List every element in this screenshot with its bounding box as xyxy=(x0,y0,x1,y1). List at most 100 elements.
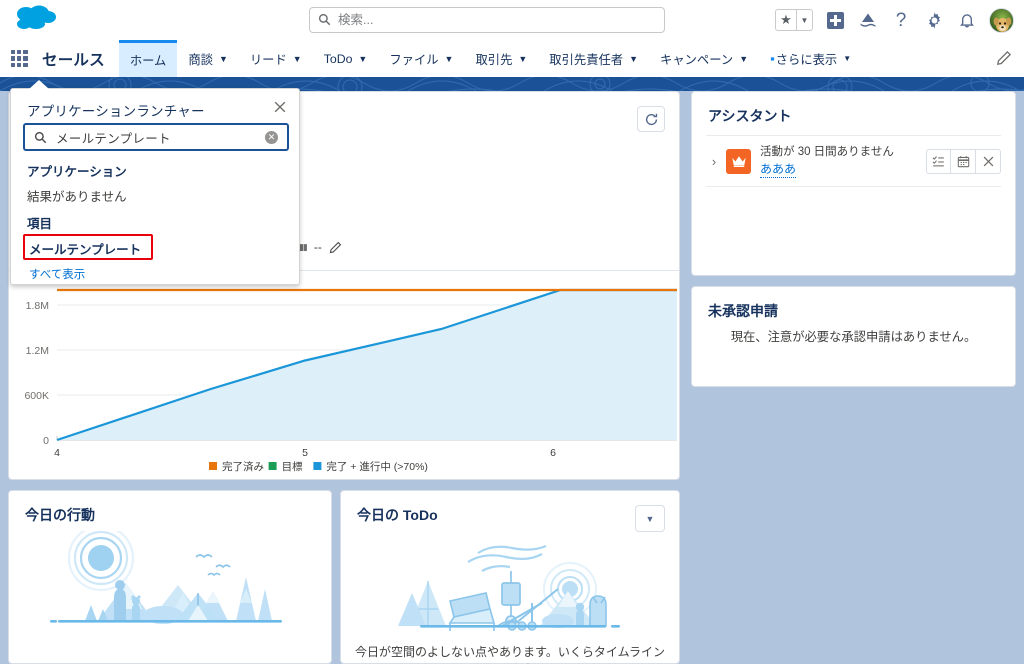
nav-tab-campaigns[interactable]: キャンペーン ▼ xyxy=(649,40,759,77)
pencil-edit-icon[interactable] xyxy=(329,241,342,254)
assistant-item-actions xyxy=(926,148,1001,174)
popover-pointer xyxy=(29,80,49,89)
nav-tab-home[interactable]: ホーム xyxy=(118,40,178,77)
nav-tab-label: キャンペーン xyxy=(660,52,734,67)
x-axis-tick-label: 5 xyxy=(302,447,308,459)
nav-tab-label: 取引先 xyxy=(475,52,513,67)
y-axis-tick-label: 1.8M xyxy=(26,300,49,312)
y-axis-tick-label: 600K xyxy=(24,390,49,402)
global-actions-plus-icon[interactable] xyxy=(824,9,846,31)
app-launcher-waffle-icon[interactable] xyxy=(0,40,38,77)
help-icon[interactable]: ? xyxy=(890,9,912,31)
dismiss-icon[interactable] xyxy=(976,148,1001,174)
global-header: ★ ▼ ? xyxy=(0,0,1024,40)
app-navigation-bar: セールス ホーム 商談 ▼ リード ▼ ToDo ▼ ファイル ▼ 取引先 ▼ … xyxy=(0,40,1024,77)
camping-scene-illustration xyxy=(50,531,282,624)
salesforce-cloud-logo[interactable] xyxy=(12,3,64,37)
nav-tab-label: リード xyxy=(249,52,287,67)
y-axis-tick-label: 1.2M xyxy=(26,345,49,357)
chevron-right-icon[interactable]: › xyxy=(706,154,722,169)
chart-area-fill xyxy=(57,290,677,440)
refresh-icon[interactable] xyxy=(637,106,665,132)
nav-tab-contacts[interactable]: 取引先責任者 ▼ xyxy=(538,40,649,77)
search-icon xyxy=(318,13,331,26)
section-label-items: 項目 xyxy=(27,217,53,231)
chart-subtitle-value: -- xyxy=(313,240,322,254)
more-bullet-icon: ▪ xyxy=(770,51,775,66)
legend-label: 完了済み xyxy=(222,461,264,473)
favorites-control[interactable]: ★ ▼ xyxy=(775,9,813,31)
user-avatar[interactable] xyxy=(989,7,1014,33)
assistant-item-text: 活動が 30 日間ありません xyxy=(760,145,894,158)
legend-label: 完了 + 進行中 (>70%) xyxy=(326,460,428,473)
today-tasks-card: 今日の ToDo ▼ 今日が空間のよしない点やあります。いくらタイムライン xyxy=(340,490,680,664)
legend-label: 目標 xyxy=(282,460,303,473)
approvals-empty-text: 現在、注意が必要な承認申請はありません。 xyxy=(730,330,977,344)
search-input[interactable] xyxy=(336,9,664,31)
pencil-edit-icon[interactable] xyxy=(996,50,1012,66)
app-launcher-search[interactable]: ✕ xyxy=(23,123,289,151)
nav-tab-label: さらに表示 xyxy=(775,52,838,67)
card-title: アシスタント xyxy=(708,108,792,124)
no-results-label: 結果がありません xyxy=(27,190,127,204)
tasks-empty-text: 今日が空間のよしない点やあります。いくらタイムラインを不安定 xyxy=(355,645,665,664)
chevron-down-icon: ▼ xyxy=(518,53,528,64)
performance-chart[interactable]: 0 600K 1.2M 1.8M 4 5 6 完了済み 目標 完了 + 進行中 (>70%) xyxy=(9,282,681,480)
chevron-down-icon: ▼ xyxy=(843,54,852,63)
trailhead-icon[interactable] xyxy=(857,9,879,31)
global-search[interactable] xyxy=(309,7,665,33)
chevron-down-icon: ▼ xyxy=(292,53,302,64)
show-all-link[interactable]: すべて表示 xyxy=(29,266,85,282)
assistant-item-texts: 活動が 30 日間ありません あああ xyxy=(760,144,926,179)
close-icon[interactable] xyxy=(271,98,289,116)
card-title: 今日の行動 xyxy=(25,507,95,523)
crown-icon xyxy=(726,148,751,174)
nav-tab-label: ToDo xyxy=(323,51,353,66)
x-axis-tick-label: 6 xyxy=(550,447,556,459)
today-events-card: 今日の行動 xyxy=(8,490,332,664)
chart-subtitle: ▮▮▮ -- xyxy=(295,240,342,254)
app-launcher-search-input[interactable] xyxy=(54,129,265,145)
app-launcher-result-email-template[interactable]: メールテンプレート xyxy=(29,239,141,258)
clear-input-icon[interactable]: ✕ xyxy=(265,130,278,144)
chevron-down-icon: ▼ xyxy=(739,53,749,64)
assistant-item-link[interactable]: あああ xyxy=(760,160,797,179)
salesforce-home-page: ★ ▼ ? xyxy=(0,0,1024,664)
nav-tab-more[interactable]: ▪ さらに表示 ▼ xyxy=(759,40,862,77)
nav-tab-label: 取引先責任者 xyxy=(549,52,624,67)
legend-swatch xyxy=(313,462,322,470)
favorites-caret-icon[interactable]: ▼ xyxy=(797,9,813,31)
favorites-star-icon[interactable]: ★ xyxy=(775,9,797,31)
approvals-card: 未承認申請 現在、注意が必要な承認申請はありません。 xyxy=(691,286,1016,387)
calendar-icon[interactable] xyxy=(951,148,976,174)
card-title: 今日の ToDo xyxy=(357,507,438,523)
header-icon-group: ★ ▼ ? xyxy=(775,4,1014,36)
nav-tab-leads[interactable]: リード ▼ xyxy=(239,40,313,77)
card-title: 未承認申請 xyxy=(708,303,778,319)
assistant-card: アシスタント › 活動が 30 日間ありません あああ xyxy=(691,91,1016,276)
desert-scene-illustration xyxy=(398,544,620,631)
nav-tab-accounts[interactable]: 取引先 ▼ xyxy=(464,40,538,77)
chevron-down-icon: ▼ xyxy=(218,53,228,64)
assistant-item: › 活動が 30 日間ありません あああ xyxy=(706,135,1001,187)
legend-swatch xyxy=(209,462,217,470)
chevron-down-icon[interactable]: ▼ xyxy=(635,505,665,532)
chevron-down-icon: ▼ xyxy=(358,53,368,64)
app-launcher-title: アプリケーションランチャー xyxy=(27,104,205,119)
search-icon xyxy=(34,131,47,143)
nav-tab-tasks[interactable]: ToDo ▼ xyxy=(313,40,379,77)
legend-swatch xyxy=(268,462,277,470)
app-launcher-panel: アプリケーションランチャー ✕ アプリケーション 結果がありません 項目 メール… xyxy=(10,80,300,285)
nav-tab-label: 商談 xyxy=(188,52,213,67)
nav-tab-files[interactable]: ファイル ▼ xyxy=(378,40,464,77)
nav-tab-opportunities[interactable]: 商談 ▼ xyxy=(177,40,239,77)
x-axis-tick-label: 4 xyxy=(54,447,60,459)
current-app-name[interactable]: セールス xyxy=(38,40,119,77)
notifications-bell-icon[interactable] xyxy=(956,9,978,31)
chevron-down-icon: ▼ xyxy=(629,53,639,64)
y-axis-tick-label: 0 xyxy=(43,435,49,447)
nav-tab-label: ファイル xyxy=(389,52,439,67)
nav-tab-label: ホーム xyxy=(129,54,167,68)
setup-gear-icon[interactable] xyxy=(923,9,945,31)
log-task-icon[interactable] xyxy=(926,148,951,174)
